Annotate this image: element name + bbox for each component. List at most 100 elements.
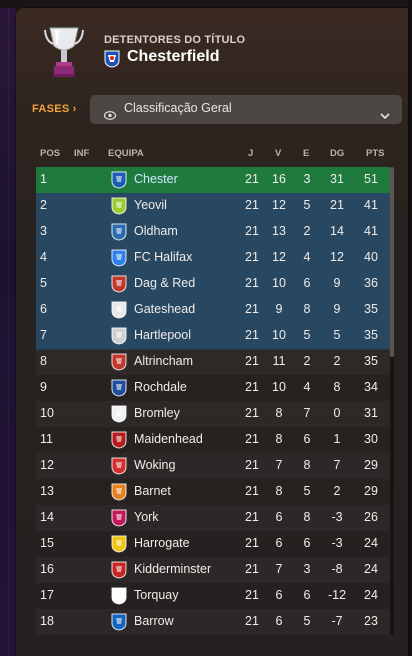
pos-cell: 5 [40, 276, 47, 290]
title-holder-club[interactable]: Chesterfield [127, 48, 219, 66]
table-row[interactable]: 6 Gateshead 21 9 8 9 35 [36, 297, 390, 324]
col-played[interactable]: J [248, 148, 253, 159]
pts-cell: 41 [364, 198, 378, 212]
team-name[interactable]: Gateshead [134, 302, 195, 316]
gd-cell: -3 [331, 510, 343, 524]
team-name[interactable]: Kidderminster [134, 562, 211, 576]
gd-cell: -3 [331, 536, 343, 550]
table-row[interactable]: 5 Dag & Red 21 10 6 9 36 [36, 271, 390, 298]
club-badge-icon [110, 171, 128, 189]
team-name[interactable]: Woking [134, 458, 175, 472]
table-row[interactable]: 17 Torquay 21 6 6 -12 24 [36, 583, 390, 609]
col-drawn[interactable]: E [303, 148, 309, 159]
won-cell: 8 [275, 432, 283, 446]
side-background [0, 0, 16, 656]
won-cell: 11 [272, 354, 286, 368]
pos-cell: 1 [40, 172, 47, 186]
table-row[interactable]: 9 Rochdale 21 10 4 8 34 [36, 375, 390, 401]
club-badge-icon [110, 327, 128, 345]
table-row[interactable]: 11 Maidenhead 21 8 6 1 30 [36, 427, 390, 453]
table-row[interactable]: 18 Barrow 21 6 5 -7 23 [36, 609, 390, 635]
pos-cell: 10 [40, 406, 54, 420]
pos-cell: 17 [40, 588, 54, 602]
drawn-cell: 5 [303, 328, 311, 342]
club-badge-icon [110, 405, 128, 423]
club-badge-icon [110, 275, 128, 293]
col-team[interactable]: EQUIPA [108, 148, 144, 159]
right-edge [408, 0, 412, 656]
col-pts[interactable]: PTS [366, 148, 384, 159]
club-badge-icon [110, 457, 128, 475]
table-row[interactable]: 7 Hartlepool 21 10 5 5 35 [36, 323, 390, 350]
table-row[interactable]: 8 Altrincham 21 11 2 2 35 [36, 349, 390, 375]
played-cell: 21 [245, 562, 259, 576]
pos-cell: 2 [40, 198, 47, 212]
club-badge-icon [110, 561, 128, 579]
scrollbar-thumb[interactable] [390, 167, 394, 357]
won-cell: 13 [272, 224, 286, 238]
gd-cell: 7 [333, 458, 341, 472]
table-row[interactable]: 10 Bromley 21 8 7 0 31 [36, 401, 390, 427]
col-gd[interactable]: DG [330, 148, 344, 159]
table-row[interactable]: 3 Oldham 21 13 2 14 41 [36, 219, 390, 246]
played-cell: 21 [245, 588, 259, 602]
club-badge-icon [110, 197, 128, 215]
won-cell: 10 [272, 328, 286, 342]
gd-cell: -7 [331, 614, 343, 628]
gd-cell: 2 [333, 354, 341, 368]
team-name[interactable]: Bromley [134, 406, 180, 420]
pos-cell: 11 [40, 432, 53, 446]
played-cell: 21 [245, 458, 259, 472]
team-name[interactable]: Torquay [134, 588, 178, 602]
team-name[interactable]: Yeovil [134, 198, 167, 212]
drawn-cell: 2 [303, 224, 311, 238]
pts-cell: 24 [364, 588, 378, 602]
col-inf[interactable]: INF [74, 148, 89, 159]
team-name[interactable]: Oldham [134, 224, 178, 238]
team-name[interactable]: Harrogate [134, 536, 190, 550]
played-cell: 21 [245, 354, 259, 368]
table-row[interactable]: 15 Harrogate 21 6 6 -3 24 [36, 531, 390, 557]
won-cell: 6 [275, 614, 283, 628]
team-name[interactable]: Hartlepool [134, 328, 191, 342]
pts-cell: 34 [364, 380, 378, 394]
drawn-cell: 3 [303, 562, 311, 576]
team-name[interactable]: FC Halifax [134, 250, 192, 264]
table-row[interactable]: 14 York 21 6 8 -3 26 [36, 505, 390, 531]
table-row[interactable]: 2 Yeovil 21 12 5 21 41 [36, 193, 390, 220]
team-name[interactable]: Chester [134, 172, 178, 186]
won-cell: 7 [275, 562, 283, 576]
team-name[interactable]: Maidenhead [134, 432, 203, 446]
played-cell: 21 [245, 484, 259, 498]
team-name[interactable]: Barrow [134, 614, 174, 628]
stage-dropdown[interactable]: Classificação Geral [90, 95, 402, 124]
stages-label[interactable]: FASES › [32, 103, 77, 115]
played-cell: 21 [245, 172, 259, 186]
team-name[interactable]: Dag & Red [134, 276, 195, 290]
gd-cell: 5 [333, 328, 341, 342]
table-row[interactable]: 12 Woking 21 7 8 7 29 [36, 453, 390, 479]
drawn-cell: 2 [303, 354, 311, 368]
played-cell: 21 [245, 406, 259, 420]
gd-cell: 9 [333, 276, 341, 290]
gd-cell: 2 [333, 484, 341, 498]
team-name[interactable]: Rochdale [134, 380, 187, 394]
drawn-cell: 8 [303, 458, 311, 472]
gd-cell: 21 [330, 198, 344, 212]
drawn-cell: 6 [303, 588, 311, 602]
col-won[interactable]: V [275, 148, 281, 159]
drawn-cell: 5 [303, 198, 311, 212]
won-cell: 7 [275, 458, 283, 472]
team-name[interactable]: Barnet [134, 484, 171, 498]
team-name[interactable]: Altrincham [134, 354, 193, 368]
pts-cell: 29 [364, 458, 378, 472]
table-row[interactable]: 16 Kidderminster 21 7 3 -8 24 [36, 557, 390, 583]
drawn-cell: 7 [303, 406, 311, 420]
col-pos[interactable]: POS [40, 148, 60, 159]
table-row[interactable]: 1 Chester 21 16 3 31 51 [36, 167, 390, 193]
played-cell: 21 [245, 380, 259, 394]
team-name[interactable]: York [134, 510, 159, 524]
table-row[interactable]: 4 FC Halifax 21 12 4 12 40 [36, 245, 390, 272]
table-row[interactable]: 13 Barnet 21 8 5 2 29 [36, 479, 390, 505]
won-cell: 16 [272, 172, 286, 186]
